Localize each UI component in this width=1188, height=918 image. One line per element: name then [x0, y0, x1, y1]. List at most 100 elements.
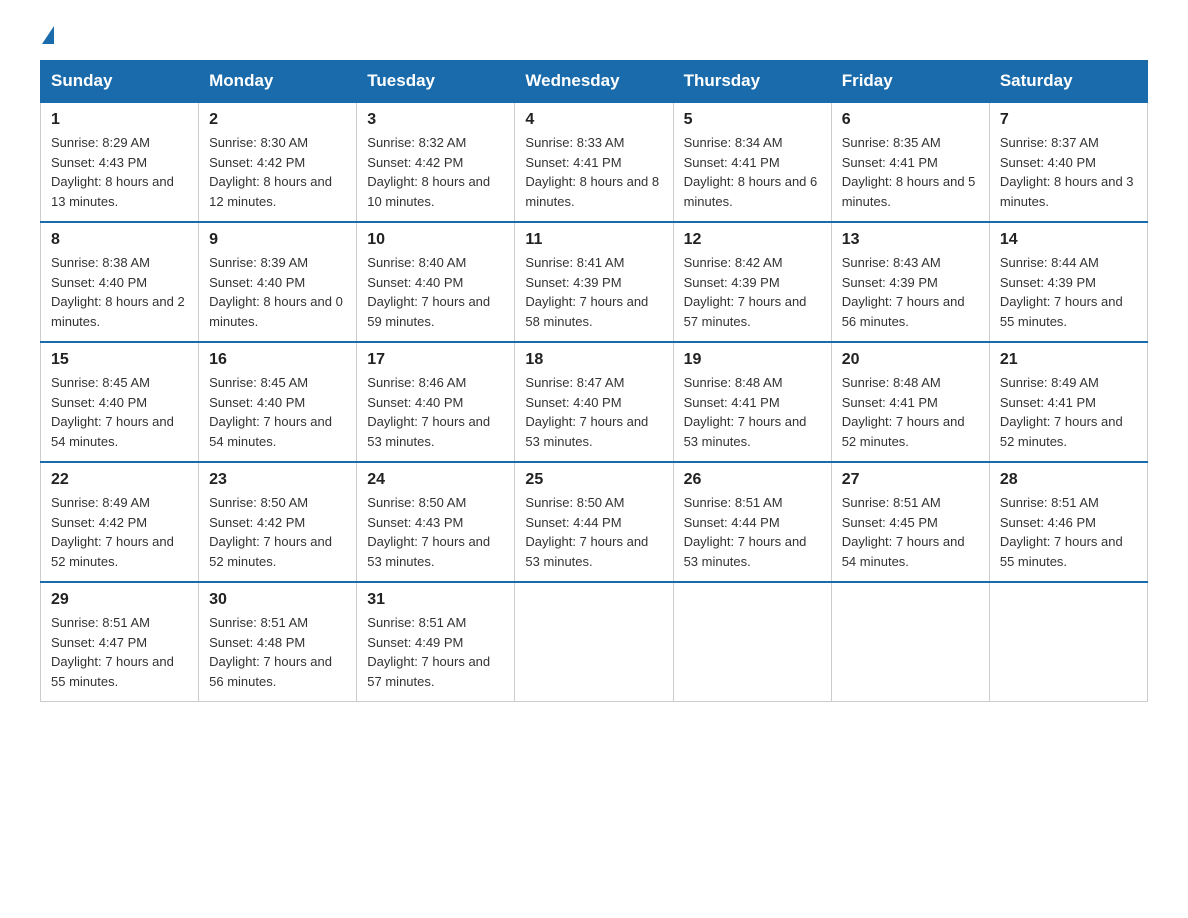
day-info: Sunrise: 8:49 AMSunset: 4:42 PMDaylight:… — [51, 495, 174, 569]
col-thursday: Thursday — [673, 61, 831, 103]
calendar-day-cell: 9 Sunrise: 8:39 AMSunset: 4:40 PMDayligh… — [199, 222, 357, 342]
calendar-day-cell: 8 Sunrise: 8:38 AMSunset: 4:40 PMDayligh… — [41, 222, 199, 342]
calendar-day-cell: 29 Sunrise: 8:51 AMSunset: 4:47 PMDaylig… — [41, 582, 199, 702]
calendar-day-cell: 18 Sunrise: 8:47 AMSunset: 4:40 PMDaylig… — [515, 342, 673, 462]
calendar-day-cell: 4 Sunrise: 8:33 AMSunset: 4:41 PMDayligh… — [515, 102, 673, 222]
calendar-day-cell: 14 Sunrise: 8:44 AMSunset: 4:39 PMDaylig… — [989, 222, 1147, 342]
day-number: 3 — [367, 111, 504, 129]
day-info: Sunrise: 8:51 AMSunset: 4:44 PMDaylight:… — [684, 495, 807, 569]
day-info: Sunrise: 8:35 AMSunset: 4:41 PMDaylight:… — [842, 135, 976, 209]
calendar-day-cell: 28 Sunrise: 8:51 AMSunset: 4:46 PMDaylig… — [989, 462, 1147, 582]
col-saturday: Saturday — [989, 61, 1147, 103]
day-number: 5 — [684, 111, 821, 129]
day-info: Sunrise: 8:37 AMSunset: 4:40 PMDaylight:… — [1000, 135, 1134, 209]
calendar-body: 1 Sunrise: 8:29 AMSunset: 4:43 PMDayligh… — [41, 102, 1148, 702]
day-number: 28 — [1000, 471, 1137, 489]
day-number: 21 — [1000, 351, 1137, 369]
day-number: 6 — [842, 111, 979, 129]
calendar-day-cell: 21 Sunrise: 8:49 AMSunset: 4:41 PMDaylig… — [989, 342, 1147, 462]
day-number: 11 — [525, 231, 662, 249]
col-tuesday: Tuesday — [357, 61, 515, 103]
calendar-week-row: 1 Sunrise: 8:29 AMSunset: 4:43 PMDayligh… — [41, 102, 1148, 222]
day-info: Sunrise: 8:47 AMSunset: 4:40 PMDaylight:… — [525, 375, 648, 449]
page-header — [40, 30, 1148, 40]
day-number: 18 — [525, 351, 662, 369]
calendar-day-cell: 27 Sunrise: 8:51 AMSunset: 4:45 PMDaylig… — [831, 462, 989, 582]
calendar-day-cell: 11 Sunrise: 8:41 AMSunset: 4:39 PMDaylig… — [515, 222, 673, 342]
col-monday: Monday — [199, 61, 357, 103]
day-info: Sunrise: 8:34 AMSunset: 4:41 PMDaylight:… — [684, 135, 818, 209]
day-number: 12 — [684, 231, 821, 249]
day-info: Sunrise: 8:44 AMSunset: 4:39 PMDaylight:… — [1000, 255, 1123, 329]
calendar-day-cell: 10 Sunrise: 8:40 AMSunset: 4:40 PMDaylig… — [357, 222, 515, 342]
day-info: Sunrise: 8:45 AMSunset: 4:40 PMDaylight:… — [51, 375, 174, 449]
calendar-day-cell: 3 Sunrise: 8:32 AMSunset: 4:42 PMDayligh… — [357, 102, 515, 222]
day-info: Sunrise: 8:50 AMSunset: 4:42 PMDaylight:… — [209, 495, 332, 569]
day-number: 31 — [367, 591, 504, 609]
day-info: Sunrise: 8:49 AMSunset: 4:41 PMDaylight:… — [1000, 375, 1123, 449]
days-of-week-row: Sunday Monday Tuesday Wednesday Thursday… — [41, 61, 1148, 103]
calendar-day-cell: 1 Sunrise: 8:29 AMSunset: 4:43 PMDayligh… — [41, 102, 199, 222]
calendar-day-cell: 20 Sunrise: 8:48 AMSunset: 4:41 PMDaylig… — [831, 342, 989, 462]
calendar-day-cell: 7 Sunrise: 8:37 AMSunset: 4:40 PMDayligh… — [989, 102, 1147, 222]
calendar-day-cell: 13 Sunrise: 8:43 AMSunset: 4:39 PMDaylig… — [831, 222, 989, 342]
day-number: 25 — [525, 471, 662, 489]
calendar-day-cell — [673, 582, 831, 702]
day-info: Sunrise: 8:41 AMSunset: 4:39 PMDaylight:… — [525, 255, 648, 329]
calendar-week-row: 8 Sunrise: 8:38 AMSunset: 4:40 PMDayligh… — [41, 222, 1148, 342]
day-info: Sunrise: 8:51 AMSunset: 4:47 PMDaylight:… — [51, 615, 174, 689]
day-number: 16 — [209, 351, 346, 369]
day-info: Sunrise: 8:51 AMSunset: 4:48 PMDaylight:… — [209, 615, 332, 689]
day-number: 1 — [51, 111, 188, 129]
calendar-header: Sunday Monday Tuesday Wednesday Thursday… — [41, 61, 1148, 103]
day-number: 4 — [525, 111, 662, 129]
day-info: Sunrise: 8:32 AMSunset: 4:42 PMDaylight:… — [367, 135, 490, 209]
day-number: 7 — [1000, 111, 1137, 129]
day-info: Sunrise: 8:50 AMSunset: 4:44 PMDaylight:… — [525, 495, 648, 569]
calendar-week-row: 15 Sunrise: 8:45 AMSunset: 4:40 PMDaylig… — [41, 342, 1148, 462]
day-info: Sunrise: 8:43 AMSunset: 4:39 PMDaylight:… — [842, 255, 965, 329]
day-info: Sunrise: 8:48 AMSunset: 4:41 PMDaylight:… — [684, 375, 807, 449]
day-number: 27 — [842, 471, 979, 489]
calendar-day-cell: 15 Sunrise: 8:45 AMSunset: 4:40 PMDaylig… — [41, 342, 199, 462]
day-info: Sunrise: 8:51 AMSunset: 4:46 PMDaylight:… — [1000, 495, 1123, 569]
calendar-week-row: 22 Sunrise: 8:49 AMSunset: 4:42 PMDaylig… — [41, 462, 1148, 582]
calendar-day-cell: 16 Sunrise: 8:45 AMSunset: 4:40 PMDaylig… — [199, 342, 357, 462]
day-info: Sunrise: 8:51 AMSunset: 4:45 PMDaylight:… — [842, 495, 965, 569]
logo — [40, 30, 54, 40]
day-number: 17 — [367, 351, 504, 369]
day-info: Sunrise: 8:40 AMSunset: 4:40 PMDaylight:… — [367, 255, 490, 329]
calendar-day-cell: 31 Sunrise: 8:51 AMSunset: 4:49 PMDaylig… — [357, 582, 515, 702]
day-number: 26 — [684, 471, 821, 489]
calendar-day-cell: 25 Sunrise: 8:50 AMSunset: 4:44 PMDaylig… — [515, 462, 673, 582]
calendar-day-cell — [831, 582, 989, 702]
day-info: Sunrise: 8:38 AMSunset: 4:40 PMDaylight:… — [51, 255, 185, 329]
day-number: 29 — [51, 591, 188, 609]
calendar-day-cell: 26 Sunrise: 8:51 AMSunset: 4:44 PMDaylig… — [673, 462, 831, 582]
day-info: Sunrise: 8:29 AMSunset: 4:43 PMDaylight:… — [51, 135, 174, 209]
col-wednesday: Wednesday — [515, 61, 673, 103]
calendar-day-cell: 30 Sunrise: 8:51 AMSunset: 4:48 PMDaylig… — [199, 582, 357, 702]
day-number: 2 — [209, 111, 346, 129]
day-number: 13 — [842, 231, 979, 249]
day-info: Sunrise: 8:30 AMSunset: 4:42 PMDaylight:… — [209, 135, 332, 209]
day-number: 20 — [842, 351, 979, 369]
calendar-day-cell: 19 Sunrise: 8:48 AMSunset: 4:41 PMDaylig… — [673, 342, 831, 462]
day-number: 30 — [209, 591, 346, 609]
calendar-day-cell: 22 Sunrise: 8:49 AMSunset: 4:42 PMDaylig… — [41, 462, 199, 582]
calendar-day-cell: 12 Sunrise: 8:42 AMSunset: 4:39 PMDaylig… — [673, 222, 831, 342]
logo-triangle-icon — [42, 26, 54, 44]
calendar-day-cell — [989, 582, 1147, 702]
calendar-day-cell: 23 Sunrise: 8:50 AMSunset: 4:42 PMDaylig… — [199, 462, 357, 582]
day-number: 9 — [209, 231, 346, 249]
calendar-day-cell: 2 Sunrise: 8:30 AMSunset: 4:42 PMDayligh… — [199, 102, 357, 222]
calendar-week-row: 29 Sunrise: 8:51 AMSunset: 4:47 PMDaylig… — [41, 582, 1148, 702]
day-number: 23 — [209, 471, 346, 489]
day-info: Sunrise: 8:39 AMSunset: 4:40 PMDaylight:… — [209, 255, 343, 329]
calendar-day-cell — [515, 582, 673, 702]
col-friday: Friday — [831, 61, 989, 103]
calendar-day-cell: 6 Sunrise: 8:35 AMSunset: 4:41 PMDayligh… — [831, 102, 989, 222]
day-info: Sunrise: 8:45 AMSunset: 4:40 PMDaylight:… — [209, 375, 332, 449]
day-number: 22 — [51, 471, 188, 489]
day-number: 19 — [684, 351, 821, 369]
